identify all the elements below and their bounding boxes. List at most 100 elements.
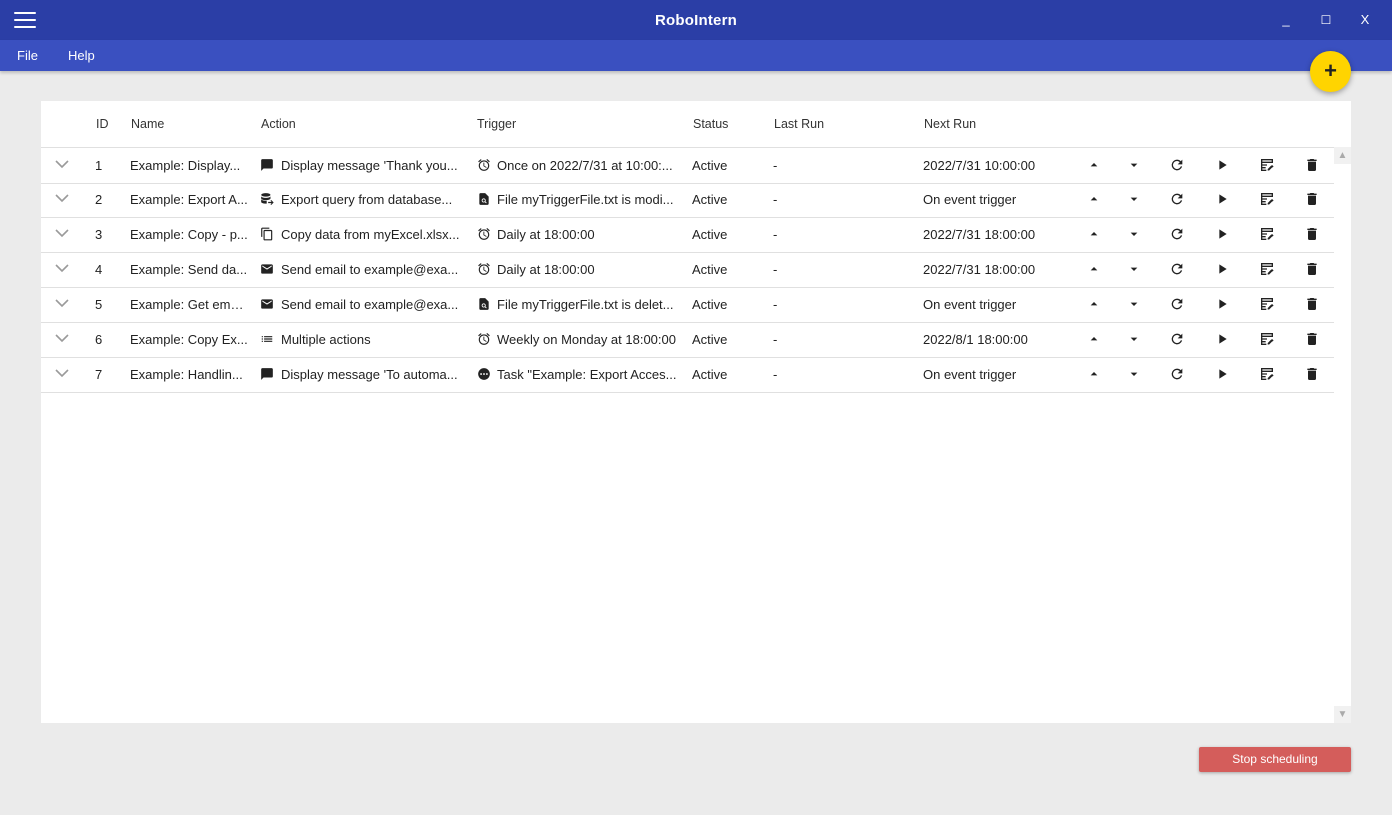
add-task-button[interactable]: + xyxy=(1310,51,1351,92)
task-table: ID Name Action Trigger Status Last Run N… xyxy=(41,101,1351,723)
run-play-icon[interactable] xyxy=(1214,157,1230,173)
move-up-icon[interactable] xyxy=(1086,191,1102,207)
edit-table-icon[interactable] xyxy=(1259,366,1275,382)
cell-status: Active xyxy=(692,367,728,382)
refresh-icon[interactable] xyxy=(1169,261,1185,277)
table-row[interactable]: 2 Example: Export A... Export query from d… xyxy=(41,182,1334,218)
run-play-icon[interactable] xyxy=(1214,366,1230,382)
edit-table-icon[interactable] xyxy=(1259,191,1275,207)
task-dots-icon xyxy=(477,367,491,381)
run-play-icon[interactable] xyxy=(1214,191,1230,207)
scroll-up-arrow-icon[interactable]: ▲ xyxy=(1334,147,1351,164)
database-export-icon xyxy=(260,192,274,206)
edit-table-icon[interactable] xyxy=(1259,157,1275,173)
move-down-icon[interactable] xyxy=(1126,331,1142,347)
refresh-icon[interactable] xyxy=(1169,226,1185,242)
cell-next-run: On event trigger xyxy=(923,192,1017,207)
edit-table-icon[interactable] xyxy=(1259,296,1275,312)
cell-trigger: Daily at 18:00:00 xyxy=(497,227,595,242)
delete-icon[interactable] xyxy=(1304,191,1320,207)
file-search-icon xyxy=(477,297,491,311)
expand-chevron-icon[interactable] xyxy=(55,264,69,273)
table-row[interactable]: 5 Example: Get ema... Send email to exampl… xyxy=(41,287,1334,323)
move-down-icon[interactable] xyxy=(1126,296,1142,312)
move-up-icon[interactable] xyxy=(1086,157,1102,173)
move-up-icon[interactable] xyxy=(1086,366,1102,382)
menu-help[interactable]: Help xyxy=(68,40,95,71)
run-play-icon[interactable] xyxy=(1214,296,1230,312)
cell-last-run: - xyxy=(773,262,778,277)
expand-chevron-icon[interactable] xyxy=(55,299,69,308)
menu-file[interactable]: File xyxy=(17,40,38,71)
expand-chevron-icon[interactable] xyxy=(55,229,69,238)
refresh-icon[interactable] xyxy=(1169,191,1185,207)
table-row[interactable]: 3 Example: Copy - p... Copy data from myEx… xyxy=(41,217,1334,253)
cell-name: Example: Copy - p... xyxy=(130,227,248,242)
edit-table-icon[interactable] xyxy=(1259,261,1275,277)
header-name: Name xyxy=(131,117,165,131)
move-down-icon[interactable] xyxy=(1126,261,1142,277)
cell-name: Example: Export A... xyxy=(130,192,248,207)
delete-icon[interactable] xyxy=(1304,366,1320,382)
delete-icon[interactable] xyxy=(1304,157,1320,173)
cell-status: Active xyxy=(692,158,728,173)
cell-action: Send email to example@exa... xyxy=(281,262,459,277)
move-down-icon[interactable] xyxy=(1126,226,1142,242)
table-row[interactable]: 4 Example: Send da... Send email to exampl… xyxy=(41,252,1334,288)
expand-chevron-icon[interactable] xyxy=(55,160,69,169)
edit-table-icon[interactable] xyxy=(1259,226,1275,242)
move-up-icon[interactable] xyxy=(1086,331,1102,347)
expand-chevron-icon[interactable] xyxy=(55,194,69,203)
header-last-run: Last Run xyxy=(774,117,825,131)
move-up-icon[interactable] xyxy=(1086,226,1102,242)
table-row[interactable]: 1 Example: Display... Display message 'Tha… xyxy=(41,147,1334,184)
cell-next-run: 2022/7/31 18:00:00 xyxy=(923,262,1036,277)
cell-trigger: Weekly on Monday at 18:00:00 xyxy=(497,332,676,347)
move-down-icon[interactable] xyxy=(1126,157,1142,173)
cell-last-run: - xyxy=(773,158,778,173)
cell-next-run: 2022/7/31 18:00:00 xyxy=(923,227,1036,242)
maximize-button[interactable]: ☐ xyxy=(1306,0,1346,40)
edit-table-icon[interactable] xyxy=(1259,331,1275,347)
cell-last-run: - xyxy=(773,192,778,207)
header-trigger: Trigger xyxy=(477,117,517,131)
close-button[interactable]: X xyxy=(1345,0,1385,40)
cell-id: 2 xyxy=(95,192,103,207)
delete-icon[interactable] xyxy=(1304,296,1320,312)
refresh-icon[interactable] xyxy=(1169,296,1185,312)
refresh-icon[interactable] xyxy=(1169,366,1185,382)
move-down-icon[interactable] xyxy=(1126,191,1142,207)
cell-last-run: - xyxy=(773,332,778,347)
delete-icon[interactable] xyxy=(1304,226,1320,242)
expand-chevron-icon[interactable] xyxy=(55,369,69,378)
cell-id: 4 xyxy=(95,262,103,277)
refresh-icon[interactable] xyxy=(1169,331,1185,347)
cell-name: Example: Display... xyxy=(130,158,241,173)
delete-icon[interactable] xyxy=(1304,331,1320,347)
run-play-icon[interactable] xyxy=(1214,261,1230,277)
delete-icon[interactable] xyxy=(1304,261,1320,277)
cell-action: Copy data from myExcel.xlsx... xyxy=(281,227,460,242)
alarm-clock-icon xyxy=(477,227,491,241)
stop-scheduling-button[interactable]: Stop scheduling xyxy=(1199,747,1351,772)
run-play-icon[interactable] xyxy=(1214,226,1230,242)
alarm-clock-icon xyxy=(477,262,491,276)
run-play-icon[interactable] xyxy=(1214,331,1230,347)
message-icon xyxy=(260,158,274,172)
minimize-button[interactable]: _ xyxy=(1266,0,1306,40)
table-row[interactable]: 7 Example: Handlin... Display message 'To … xyxy=(41,357,1334,393)
expand-chevron-icon[interactable] xyxy=(55,334,69,343)
cell-status: Active xyxy=(692,297,728,312)
cell-action: Export query from database... xyxy=(281,192,453,207)
move-up-icon[interactable] xyxy=(1086,296,1102,312)
table-row[interactable]: 6 Example: Copy Ex... Multiple actions Week… xyxy=(41,322,1334,358)
email-icon xyxy=(260,297,274,311)
list-icon xyxy=(260,332,274,346)
scroll-down-arrow-icon[interactable]: ▼ xyxy=(1334,706,1351,723)
cell-trigger: File myTriggerFile.txt is modi... xyxy=(497,192,674,207)
cell-status: Active xyxy=(692,192,728,207)
cell-status: Active xyxy=(692,262,728,277)
move-down-icon[interactable] xyxy=(1126,366,1142,382)
move-up-icon[interactable] xyxy=(1086,261,1102,277)
refresh-icon[interactable] xyxy=(1169,157,1185,173)
